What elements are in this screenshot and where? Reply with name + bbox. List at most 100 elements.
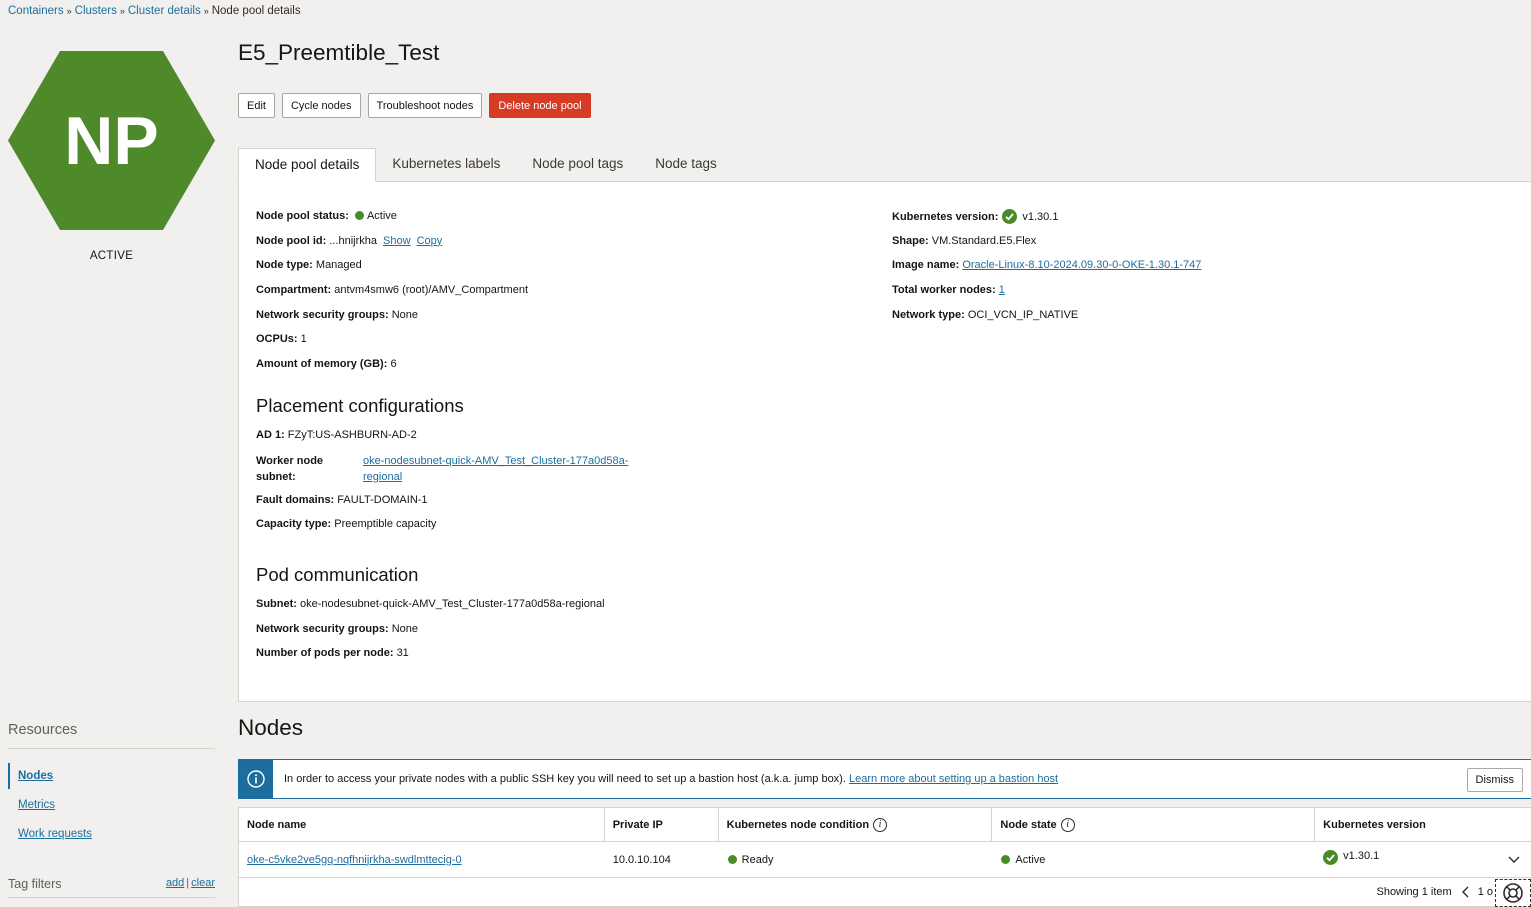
- cycle-nodes-button[interactable]: Cycle nodes: [281, 93, 361, 118]
- info-banner: In order to access your private nodes wi…: [238, 759, 1531, 799]
- info-icon: [238, 759, 273, 799]
- node-pool-hexagon-icon: NP: [8, 51, 215, 230]
- value: Managed: [315, 259, 362, 272]
- label: Network type:: [892, 308, 965, 321]
- tag-filters-clear-link[interactable]: clear: [191, 877, 215, 889]
- banner-text: In order to access your private nodes wi…: [284, 773, 846, 785]
- pod-nsg: Network security groups: None: [256, 622, 856, 647]
- breadcrumb-containers[interactable]: Containers: [8, 5, 64, 17]
- label: OCPUs:: [256, 333, 298, 346]
- cell-node-name: oke-c5vke2ve5gq-nqfhnijrkha-swdlmttecig-…: [239, 842, 605, 877]
- detail-total-workers: Total worker nodes: 1: [892, 283, 1512, 308]
- tag-filters: Tag filters add | clear: [8, 877, 215, 898]
- resource-nodes[interactable]: Nodes: [8, 763, 215, 789]
- table-header: Node name Private IP Kubernetes node con…: [239, 808, 1531, 842]
- breadcrumb-separator: »: [119, 6, 125, 16]
- detail-ocpus: OCPUs: 1: [256, 332, 856, 357]
- value: FZyT:US-ASHBURN-AD-2: [287, 428, 417, 441]
- value: FAULT-DOMAIN-1: [337, 493, 428, 506]
- breadcrumb-current: Node pool details: [211, 5, 301, 17]
- detail-kubernetes-version: Kubernetes version: v1.30.1: [892, 209, 1512, 234]
- image-name-link[interactable]: Oracle-Linux-8.10-2024.09.30-0-OKE-1.30.…: [962, 259, 1201, 271]
- node-name-link[interactable]: oke-c5vke2ve5gq-nqfhnijrkha-swdlmttecig-…: [247, 854, 462, 866]
- edit-button[interactable]: Edit: [238, 93, 275, 118]
- label: Image name:: [892, 259, 960, 272]
- resource-metrics[interactable]: Metrics: [8, 792, 215, 818]
- detail-node-type: Node type: Managed: [256, 258, 856, 283]
- label: Fault domains:: [256, 493, 335, 506]
- troubleshoot-nodes-button[interactable]: Troubleshoot nodes: [367, 93, 483, 118]
- column-private-ip[interactable]: Private IP: [605, 808, 719, 841]
- label: Compartment:: [256, 284, 332, 297]
- details-left-column: Node pool status: Active Node pool id: .…: [256, 209, 856, 671]
- resource-work-requests[interactable]: Work requests: [8, 821, 215, 847]
- copy-id-link[interactable]: Copy: [417, 235, 443, 247]
- banner-message: In order to access your private nodes wi…: [284, 773, 1058, 785]
- chevron-left-icon[interactable]: [1460, 885, 1470, 899]
- nodes-title: Nodes: [238, 715, 304, 740]
- value: None: [391, 308, 418, 321]
- page-indicator: 1 o: [1477, 886, 1493, 898]
- info-circle-icon[interactable]: i: [1060, 817, 1075, 832]
- detail-network-type: Network type: OCI_VCN_IP_NATIVE: [892, 308, 1512, 333]
- show-id-link[interactable]: Show: [383, 235, 411, 247]
- detail-memory: Amount of memory (GB): 6: [256, 357, 856, 382]
- details-right-column: Kubernetes version: v1.30.1 Shape: VM.Sta…: [892, 209, 1512, 332]
- breadcrumb-cluster-details[interactable]: Cluster details: [128, 5, 201, 17]
- breadcrumb-separator: »: [66, 6, 72, 16]
- tab-node-pool-details[interactable]: Node pool details: [238, 148, 377, 182]
- info-circle-icon[interactable]: i: [873, 817, 888, 832]
- value: 1: [300, 333, 307, 346]
- check-circle-icon: [1323, 850, 1339, 865]
- placement-fault-domains: Fault domains: FAULT-DOMAIN-1: [256, 493, 856, 518]
- value: antvm4smw6 (root)/AMV_Compartment: [334, 284, 529, 297]
- label: Capacity type:: [256, 518, 332, 531]
- detail-compartment: Compartment: antvm4smw6 (root)/AMV_Compa…: [256, 283, 856, 308]
- action-bar: Edit Cycle nodes Troubleshoot nodes Dele…: [238, 93, 591, 118]
- tag-filters-add-link[interactable]: add: [166, 877, 184, 889]
- tab-kubernetes-labels[interactable]: Kubernetes labels: [376, 148, 516, 182]
- dismiss-button[interactable]: Dismiss: [1466, 768, 1523, 792]
- label: Node pool id:: [256, 234, 327, 247]
- label: Node type:: [256, 259, 313, 272]
- help-lifebuoy-icon[interactable]: [1495, 879, 1531, 907]
- tab-node-tags[interactable]: Node tags: [639, 148, 733, 182]
- page-title: E5_Preemtible_Test: [238, 40, 440, 65]
- condition-value: Ready: [741, 853, 774, 866]
- resources-menu: Resources Nodes Metrics Work requests: [8, 722, 215, 850]
- details-panel: Node pool status: Active Node pool id: .…: [238, 181, 1531, 702]
- status-dot-icon: [1001, 855, 1011, 864]
- version-value: v1.30.1: [1343, 850, 1380, 862]
- column-node-name[interactable]: Node name: [239, 808, 605, 841]
- placement-subnet: Worker node subnet: oke-nodesubnet-quick-…: [256, 453, 856, 493]
- tab-node-pool-tags[interactable]: Node pool tags: [516, 148, 639, 182]
- value: OCI_VCN_IP_NATIVE: [967, 308, 1079, 321]
- nodes-table: Node name Private IP Kubernetes node con…: [238, 807, 1531, 907]
- detail-tabs: Node pool details Kubernetes labels Node…: [238, 148, 733, 182]
- value: oke-nodesubnet-quick-AMV_Test_Cluster-17…: [300, 597, 605, 610]
- resources-title: Resources: [8, 722, 215, 749]
- column-label: Node state: [1000, 818, 1057, 831]
- breadcrumb: Containers» Clusters» Cluster details» Node…: [8, 5, 301, 17]
- worker-subnet-link[interactable]: oke-nodesubnet-quick-AMV_Test_Cluster-17…: [363, 453, 653, 493]
- bastion-help-link[interactable]: Learn more about setting up a bastion ho…: [849, 773, 1058, 785]
- avatar-initials: NP: [64, 103, 158, 179]
- placement-ad: AD 1: FZyT:US-ASHBURN-AD-2: [256, 428, 856, 453]
- table-footer: Showing 1 item 1 o: [239, 878, 1531, 906]
- label: Shape:: [892, 234, 929, 247]
- column-label: Kubernetes node condition: [726, 818, 870, 831]
- delete-node-pool-button[interactable]: Delete node pool: [489, 93, 591, 118]
- label: Network security groups:: [256, 308, 389, 321]
- breadcrumb-clusters[interactable]: Clusters: [75, 5, 117, 17]
- lifecycle-state: ACTIVE: [89, 250, 134, 262]
- detail-image: Image name: Oracle-Linux-8.10-2024.09.30…: [892, 258, 1512, 283]
- column-kubernetes-version[interactable]: Kubernetes version: [1315, 808, 1531, 841]
- chevron-down-icon[interactable]: [1507, 852, 1521, 866]
- label: Network security groups:: [256, 622, 389, 635]
- value: v1.30.1: [1022, 211, 1059, 223]
- total-worker-nodes-link[interactable]: 1: [999, 284, 1005, 296]
- column-node-condition[interactable]: Kubernetes node condition i: [719, 808, 993, 841]
- column-node-state[interactable]: Node state i: [992, 808, 1316, 841]
- tag-filters-separator: |: [186, 877, 190, 889]
- placement-heading: Placement configurations: [256, 394, 464, 416]
